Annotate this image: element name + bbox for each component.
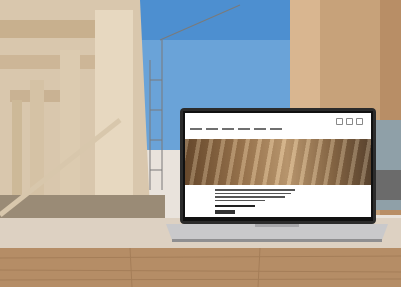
cta-button bbox=[215, 210, 235, 214]
photo-scene bbox=[0, 0, 401, 287]
globe-icon bbox=[356, 118, 363, 125]
table-front bbox=[0, 248, 401, 287]
laptop-screen bbox=[185, 113, 371, 217]
menu-item bbox=[238, 128, 250, 130]
search-icon bbox=[336, 118, 343, 125]
site-menu bbox=[190, 128, 282, 130]
hero-image bbox=[185, 139, 371, 185]
menu-item bbox=[190, 128, 202, 130]
menu-item bbox=[254, 128, 266, 130]
user-icon bbox=[346, 118, 353, 125]
website-header bbox=[185, 113, 371, 139]
menu-item bbox=[206, 128, 218, 130]
menu-item bbox=[222, 128, 234, 130]
body-text-block bbox=[215, 189, 295, 203]
header-icons bbox=[336, 118, 363, 125]
menu-item bbox=[270, 128, 282, 130]
secondary-text-block bbox=[215, 205, 255, 209]
